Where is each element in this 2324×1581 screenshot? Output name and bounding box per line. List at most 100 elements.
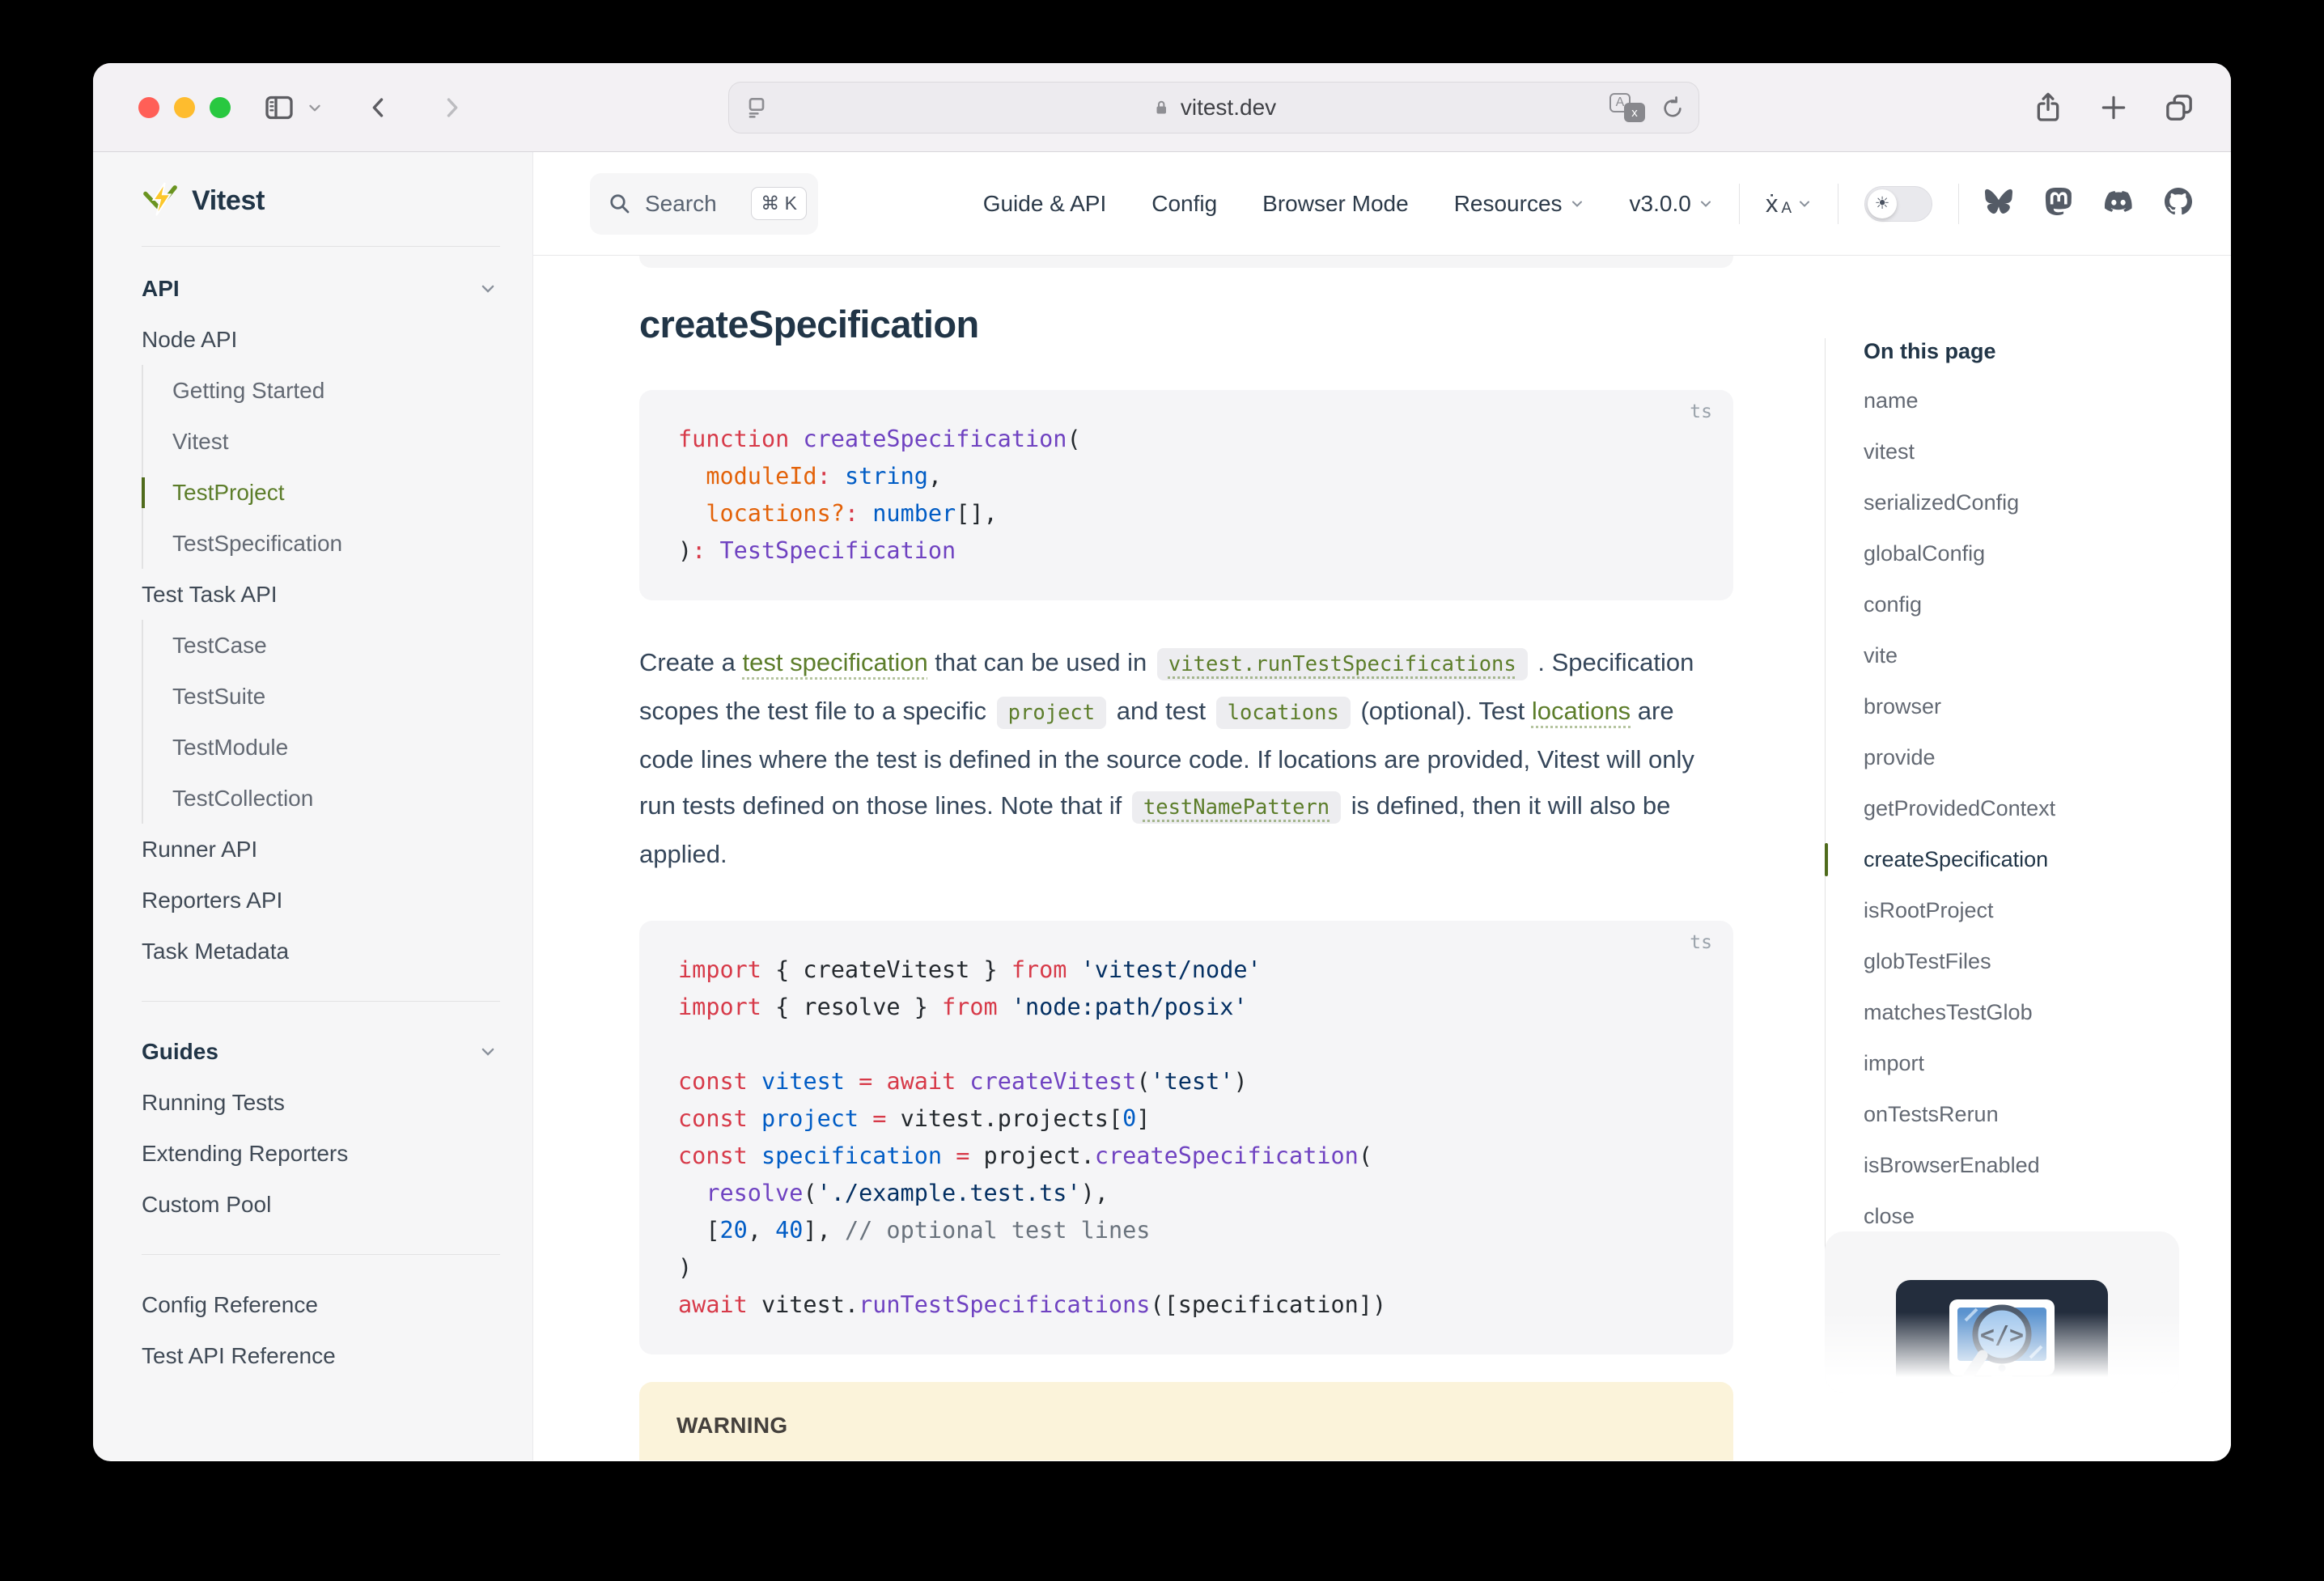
toc-item-globalconfig[interactable]: globalConfig bbox=[1864, 528, 2197, 579]
share-button[interactable] bbox=[2032, 91, 2064, 124]
sidebar-item-test-api-reference[interactable]: Test API Reference bbox=[142, 1330, 532, 1381]
sidebar-subgroup: Getting StartedVitestTestProjectTestSpec… bbox=[142, 365, 532, 569]
minimize-window-button[interactable] bbox=[174, 97, 195, 118]
close-window-button[interactable] bbox=[138, 97, 159, 118]
toc-item-import[interactable]: import bbox=[1864, 1038, 2197, 1089]
sidebar-item-node-api[interactable]: Node API bbox=[142, 314, 532, 365]
warning-callout: WARNING createSpecification expects reso… bbox=[639, 1382, 1733, 1460]
sidebar-divider bbox=[142, 1001, 500, 1002]
plus-icon bbox=[2098, 92, 2129, 123]
sidebar-item-config-reference[interactable]: Config Reference bbox=[142, 1279, 532, 1330]
sidebar-item-testmodule[interactable]: TestModule bbox=[143, 722, 532, 773]
toc-item-matchestestglob[interactable]: matchesTestGlob bbox=[1864, 987, 2197, 1038]
sidebar-item-testsuite[interactable]: TestSuite bbox=[143, 671, 532, 722]
sidebar-item-custom-pool[interactable]: Custom Pool bbox=[142, 1179, 532, 1230]
sidebar-item-getting-started[interactable]: Getting Started bbox=[143, 365, 532, 416]
sidebar-divider bbox=[142, 1254, 500, 1255]
inline-code-link-vitest-runtestspecifications[interactable]: vitest.runTestSpecifications bbox=[1157, 648, 1528, 680]
sidebar: Vitest APINode APIGetting StartedVitestT… bbox=[93, 152, 533, 1460]
desktop-background: vitest.dev A x bbox=[0, 0, 2324, 1581]
chevron-down-icon bbox=[479, 280, 497, 298]
tab-overview-button[interactable] bbox=[2163, 91, 2195, 124]
theme-toggle-knob: ☀ bbox=[1868, 189, 1897, 218]
sidebar-item-reporters-api[interactable]: Reporters API bbox=[142, 875, 532, 926]
nav-link-config[interactable]: Config bbox=[1151, 191, 1217, 217]
toc-item-isbrowserenabled[interactable]: isBrowserEnabled bbox=[1864, 1140, 2197, 1191]
sidebar-item-testcollection[interactable]: TestCollection bbox=[143, 773, 532, 824]
nav-link-browser-mode[interactable]: Browser Mode bbox=[1262, 191, 1409, 217]
inline-code-project: project bbox=[997, 697, 1106, 729]
toc-item-getprovidedcontext[interactable]: getProvidedContext bbox=[1864, 783, 2197, 834]
theme-toggle[interactable]: ☀ bbox=[1864, 186, 1932, 222]
toc-item-globtestfiles[interactable]: globTestFiles bbox=[1864, 936, 2197, 987]
share-icon bbox=[2032, 91, 2064, 124]
toc-item-provide[interactable]: provide bbox=[1864, 732, 2197, 783]
toc-item-vitest[interactable]: vitest bbox=[1864, 426, 2197, 477]
toc-item-vite[interactable]: vite bbox=[1864, 630, 2197, 681]
nav-link-label: Browser Mode bbox=[1262, 191, 1409, 217]
on-this-page: On this page namevitestserializedConfigg… bbox=[1825, 327, 2197, 1242]
nav-link-label: Guide & API bbox=[983, 191, 1107, 217]
nav-link-label: Resources bbox=[1454, 191, 1563, 217]
sidebar-subgroup: TestCaseTestSuiteTestModuleTestCollectio… bbox=[142, 620, 532, 824]
back-button[interactable] bbox=[365, 94, 392, 121]
sidebar-nav: APINode APIGetting StartedVitestTestProj… bbox=[142, 247, 532, 1381]
nav-links: Guide & API Config Browser Mode Resources v3… bbox=[983, 191, 1713, 217]
sidebar-item-test-task-api[interactable]: Test Task API bbox=[142, 569, 532, 620]
sidebar-item-task-metadata[interactable]: Task Metadata bbox=[142, 926, 532, 977]
sidebar-item-testcase[interactable]: TestCase bbox=[143, 620, 532, 671]
sidebar-item-testspecification[interactable]: TestSpecification bbox=[143, 518, 532, 569]
toc-item-name[interactable]: name bbox=[1864, 375, 2197, 426]
vitest-logo-icon bbox=[142, 182, 179, 219]
zoom-window-button[interactable] bbox=[210, 97, 231, 118]
address-bar[interactable]: vitest.dev A x bbox=[728, 82, 1699, 134]
sidebar-item-runner-api[interactable]: Runner API bbox=[142, 824, 532, 875]
inline-link-locations[interactable]: locations bbox=[1532, 697, 1631, 725]
sidebar-item-vitest[interactable]: Vitest bbox=[143, 416, 532, 467]
discord-icon[interactable] bbox=[2105, 188, 2132, 219]
chevron-down-icon bbox=[1570, 197, 1584, 211]
translate-icon[interactable]: A x bbox=[1609, 93, 1645, 122]
nav-link-guide-api[interactable]: Guide & API bbox=[983, 191, 1107, 217]
inline-code-link-testnamepattern[interactable]: testNamePattern bbox=[1132, 791, 1341, 824]
toc-item-serializedconfig[interactable]: serializedConfig bbox=[1864, 477, 2197, 528]
safari-window: vitest.dev A x bbox=[93, 63, 2231, 1461]
search-shortcut: ⌘ K bbox=[751, 187, 807, 220]
url-text: vitest.dev bbox=[1181, 95, 1276, 121]
inline-link-test-specification[interactable]: test specification bbox=[743, 648, 928, 676]
toc-item-browser[interactable]: browser bbox=[1864, 681, 2197, 732]
new-tab-button[interactable] bbox=[2098, 92, 2129, 123]
toc-item-createspecification[interactable]: createSpecification bbox=[1864, 834, 2197, 885]
sponsor-card[interactable]: </> bbox=[1825, 1231, 2179, 1393]
navbar-separator bbox=[1958, 184, 1959, 224]
sidebar-group-api[interactable]: API bbox=[142, 263, 532, 314]
bluesky-icon[interactable] bbox=[1985, 188, 2012, 219]
code-lang-badge: ts bbox=[1690, 932, 1712, 953]
github-icon[interactable] bbox=[2165, 188, 2192, 219]
toc-item-ontestsrerun[interactable]: onTestsRerun bbox=[1864, 1089, 2197, 1140]
chevron-down-icon bbox=[307, 100, 323, 116]
toc-list: namevitestserializedConfigglobalConfigco… bbox=[1864, 375, 2197, 1242]
toc-item-config[interactable]: config bbox=[1864, 579, 2197, 630]
toolbar-chevron-down-button[interactable] bbox=[307, 100, 323, 116]
sidebar-group-guides[interactable]: Guides bbox=[142, 1026, 532, 1077]
sidebar-group-label: Guides bbox=[142, 1039, 218, 1065]
nav-link-v3-0-0[interactable]: v3.0.0 bbox=[1630, 191, 1713, 217]
reload-button[interactable] bbox=[1660, 95, 1686, 121]
sidebar-toggle-button[interactable] bbox=[263, 91, 295, 124]
sidebar-item-testproject[interactable]: TestProject bbox=[143, 467, 532, 518]
toc-item-isrootproject[interactable]: isRootProject bbox=[1864, 885, 2197, 936]
forward-button[interactable] bbox=[438, 94, 465, 121]
site-logo[interactable]: Vitest bbox=[142, 180, 532, 222]
search-button[interactable]: Search ⌘ K bbox=[590, 173, 818, 235]
language-menu[interactable]: ẋA bbox=[1766, 189, 1812, 218]
social-links bbox=[1985, 188, 2192, 219]
nav-link-label: v3.0.0 bbox=[1630, 191, 1691, 217]
search-icon bbox=[608, 192, 632, 216]
description-paragraph: Create a test specification that can be … bbox=[639, 639, 1733, 877]
nav-link-resources[interactable]: Resources bbox=[1454, 191, 1584, 217]
previous-code-block-remnant bbox=[639, 256, 1733, 268]
mastodon-icon[interactable] bbox=[2045, 188, 2072, 219]
sidebar-item-running-tests[interactable]: Running Tests bbox=[142, 1077, 532, 1128]
sidebar-item-extending-reporters[interactable]: Extending Reporters bbox=[142, 1128, 532, 1179]
